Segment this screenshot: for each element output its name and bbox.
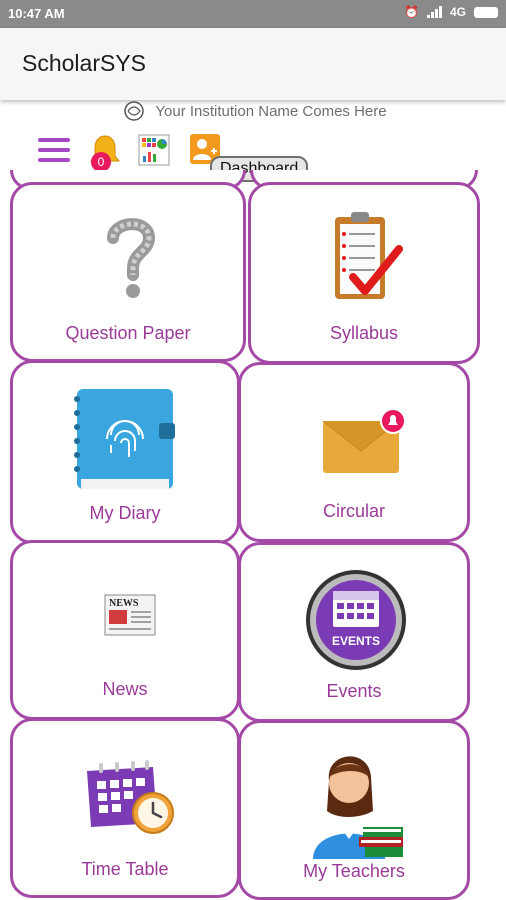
tile-time-table[interactable]: Time Table [10, 718, 240, 898]
network-type: 4G [449, 5, 466, 19]
svg-text:EVENTS: EVENTS [332, 634, 380, 648]
tile-label: Question Paper [65, 323, 191, 343]
tile-news[interactable]: NEWS News [10, 540, 240, 720]
battery-icon [474, 6, 498, 18]
tile-question-paper[interactable]: Question Paper [10, 182, 246, 362]
tile-events[interactable]: EVENTS Events [238, 542, 470, 722]
events-calendar-icon: EVENTS [306, 570, 406, 670]
calendar-clock-icon [87, 760, 174, 834]
tile-label: Time Table [81, 859, 169, 879]
notification-count-badge: 0 [91, 152, 111, 172]
newspaper-icon: NEWS [104, 594, 156, 636]
tile-syllabus[interactable]: Syllabus [248, 182, 480, 364]
tile-label: Circular [322, 501, 385, 521]
tile-label: Syllabus [329, 323, 399, 343]
checklist-clipboard-icon [335, 212, 403, 299]
tile-label: My Diary [89, 503, 161, 523]
diary-icon [74, 389, 175, 489]
teacher-icon [313, 756, 403, 859]
alarm-icon: ⏰ [404, 5, 419, 19]
tile-label: My Teachers [303, 861, 405, 881]
hamburger-menu-icon[interactable] [38, 138, 70, 164]
tile-label: Events [326, 681, 382, 701]
app-bar: ScholarSYS [0, 28, 506, 100]
svg-text:NEWS: NEWS [109, 598, 139, 609]
tile-my-teachers[interactable]: My Teachers [238, 720, 470, 900]
signal-icon [426, 6, 442, 18]
status-bar: 10:47 AM ⏰ 4G [0, 0, 506, 28]
app-title: ScholarSYS [22, 50, 147, 76]
status-time: 10:47 AM [8, 6, 65, 21]
envelope-icon [322, 408, 406, 473]
tile-my-diary[interactable]: My Diary [10, 360, 240, 544]
tile-label: News [102, 679, 148, 699]
status-icons: ⏰ 4G [404, 5, 498, 19]
institution-logo-icon [124, 101, 145, 121]
report-chart-icon[interactable] [138, 134, 170, 166]
question-mark-icon [107, 218, 156, 298]
tile-circular[interactable]: Circular [238, 362, 470, 542]
institution-header: Your Institution Name Comes Here [0, 98, 506, 124]
institution-name: Your Institution Name Comes Here [155, 102, 387, 120]
